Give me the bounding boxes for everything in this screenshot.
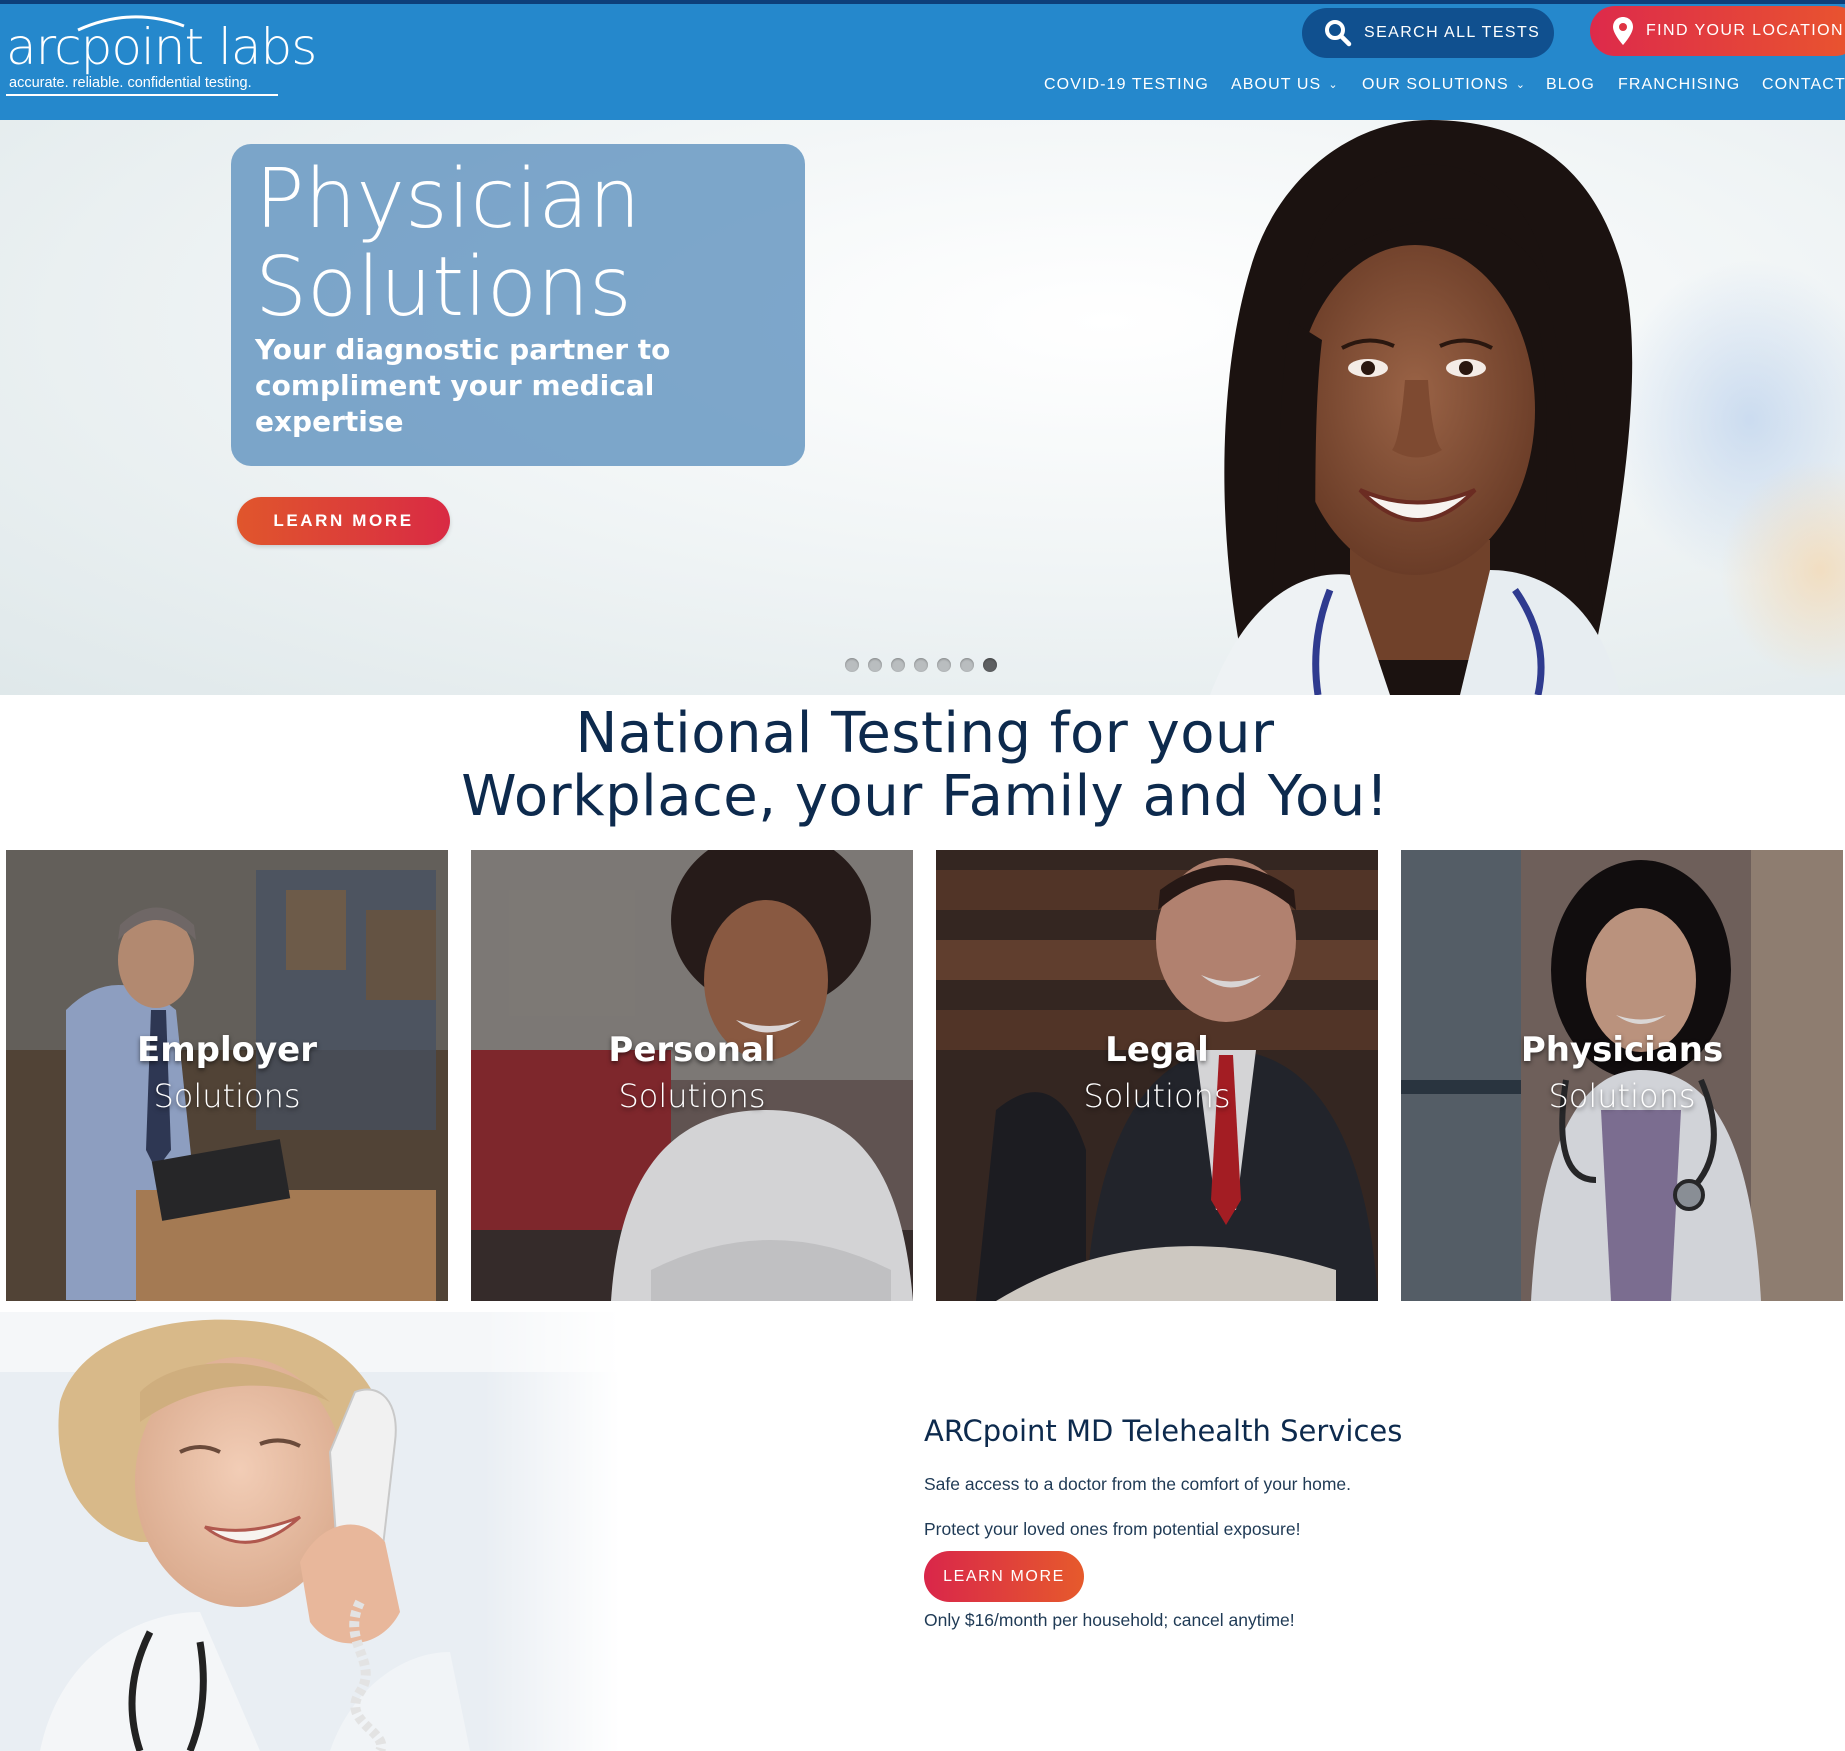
- logo-wordmark: arcpoint labs: [6, 18, 317, 76]
- headline-line-1: National Testing for your: [575, 701, 1275, 766]
- telehealth-price-note: Only $16/month per household; cancel any…: [924, 1610, 1295, 1630]
- nav-label: FRANCHISING: [1618, 76, 1741, 93]
- hero-title-line-2: Solutions: [255, 240, 632, 335]
- tile-legal-solutions[interactable]: Legal Solutions: [936, 850, 1378, 1301]
- find-your-location-button[interactable]: FIND YOUR LOCATION: [1590, 6, 1845, 56]
- tile-subtitle: Solutions: [1548, 1077, 1696, 1115]
- tile-overlay: [1401, 850, 1843, 1301]
- chevron-down-icon: ⌄: [1515, 78, 1527, 91]
- find-your-location-label: FIND YOUR LOCATION: [1646, 22, 1844, 39]
- hero-learn-more-button[interactable]: LEARN MORE: [237, 497, 450, 545]
- tile-overlay: [936, 850, 1378, 1301]
- tile-employer-solutions[interactable]: Employer Solutions: [6, 850, 448, 1301]
- tile-physicians-solutions[interactable]: Physicians Solutions: [1401, 850, 1843, 1301]
- slider-dot-active[interactable]: [983, 658, 997, 672]
- nav-label: CONTACT: [1762, 76, 1845, 93]
- search-all-tests-button[interactable]: SEARCH ALL TESTS: [1302, 8, 1554, 58]
- hero-slider: Physician Solutions Your diagnostic part…: [0, 120, 1845, 695]
- headline-line-2: Workplace, your Family and You!: [461, 764, 1389, 829]
- logo-tagline: accurate. reliable. confidential testing…: [9, 75, 252, 91]
- search-icon: [1324, 18, 1352, 48]
- tile-title: Legal: [1105, 1030, 1209, 1070]
- tile-overlay: [6, 850, 448, 1301]
- nav-label: ABOUT US: [1231, 76, 1322, 93]
- map-pin-icon: [1612, 16, 1634, 46]
- telehealth-line-2: Protect your loved ones from potential e…: [924, 1519, 1301, 1539]
- tile-title: Employer: [137, 1030, 317, 1070]
- section-headline: National Testing for your Workplace, you…: [330, 702, 1520, 828]
- tile-title: Personal: [608, 1030, 776, 1070]
- tile-subtitle: Solutions: [618, 1077, 766, 1115]
- nav-about-us[interactable]: ABOUT US ⌄: [1231, 76, 1339, 94]
- nav-covid-19-testing[interactable]: COVID-19 TESTING: [1044, 76, 1209, 94]
- logo-underline: [6, 94, 278, 96]
- slider-dot[interactable]: [914, 658, 928, 672]
- nav-contact[interactable]: CONTACT: [1762, 76, 1845, 94]
- nav-franchising[interactable]: FRANCHISING: [1618, 76, 1740, 94]
- nav-label: COVID-19 TESTING: [1044, 76, 1209, 93]
- search-all-tests-label: SEARCH ALL TESTS: [1364, 24, 1541, 41]
- slider-dot[interactable]: [845, 658, 859, 672]
- chevron-down-icon: ⌄: [1328, 78, 1339, 91]
- slider-dot[interactable]: [868, 658, 882, 672]
- telehealth-title: ARCpoint MD Telehealth Services: [924, 1414, 1403, 1448]
- telehealth-line-1: Safe access to a doctor from the comfort…: [924, 1474, 1351, 1494]
- slider-dot[interactable]: [960, 658, 974, 672]
- arcpoint-labs-logo[interactable]: arcpoint labs accurate. reliable. confid…: [6, 12, 317, 96]
- tile-subtitle: Solutions: [1083, 1077, 1231, 1115]
- telehealth-learn-more-button[interactable]: LEARN MORE: [924, 1551, 1084, 1602]
- tile-overlay: [471, 850, 913, 1301]
- hero-doctor-image: [1210, 120, 1845, 695]
- nav-label: OUR SOLUTIONS: [1362, 76, 1509, 93]
- slider-dot[interactable]: [937, 658, 951, 672]
- hero-title-line-1: Physician: [255, 152, 641, 247]
- slider-dot[interactable]: [891, 658, 905, 672]
- nav-label: BLOG: [1546, 76, 1595, 93]
- tile-personal-solutions[interactable]: Personal Solutions: [471, 850, 913, 1301]
- site-header: arcpoint labs accurate. reliable. confid…: [0, 4, 1845, 120]
- slider-dots: [845, 658, 997, 672]
- telehealth-doctor-image: [0, 1312, 620, 1751]
- hero-subtitle: Your diagnostic partner to compliment yo…: [255, 333, 671, 438]
- tile-title: Physicians: [1520, 1030, 1724, 1070]
- hero-title: Physician Solutions: [255, 156, 641, 332]
- nav-blog[interactable]: BLOG: [1546, 76, 1595, 94]
- nav-our-solutions[interactable]: OUR SOLUTIONS ⌄: [1362, 76, 1526, 94]
- tile-subtitle: Solutions: [153, 1077, 301, 1115]
